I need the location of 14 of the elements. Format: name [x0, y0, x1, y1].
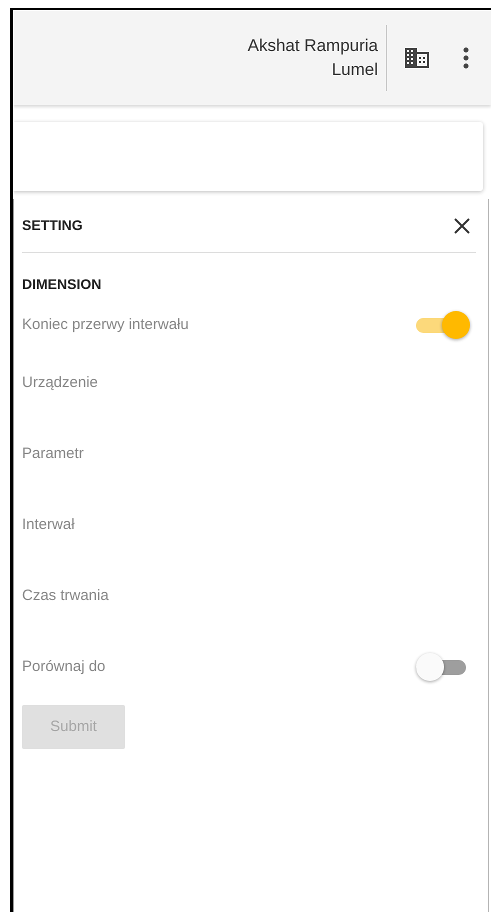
field-label: Parametr: [22, 444, 84, 464]
building-icon[interactable]: [405, 48, 429, 68]
field-label: Urządzenie: [22, 373, 98, 393]
field-label: Czas trwania: [22, 586, 109, 606]
organization-name: Lumel: [332, 58, 378, 80]
toggle-label: Koniec przerwy interwału: [22, 315, 189, 335]
toggle-switch[interactable]: [416, 311, 470, 339]
section-heading: DIMENSION: [22, 274, 102, 294]
user-name: Akshat Rampuria: [248, 34, 378, 56]
field-label: Interwał: [22, 515, 75, 535]
panel-title: SETTING: [22, 216, 83, 235]
close-icon[interactable]: [454, 218, 470, 234]
more-options-icon[interactable]: [463, 46, 469, 68]
toggle-label: Porównaj do: [22, 657, 106, 677]
